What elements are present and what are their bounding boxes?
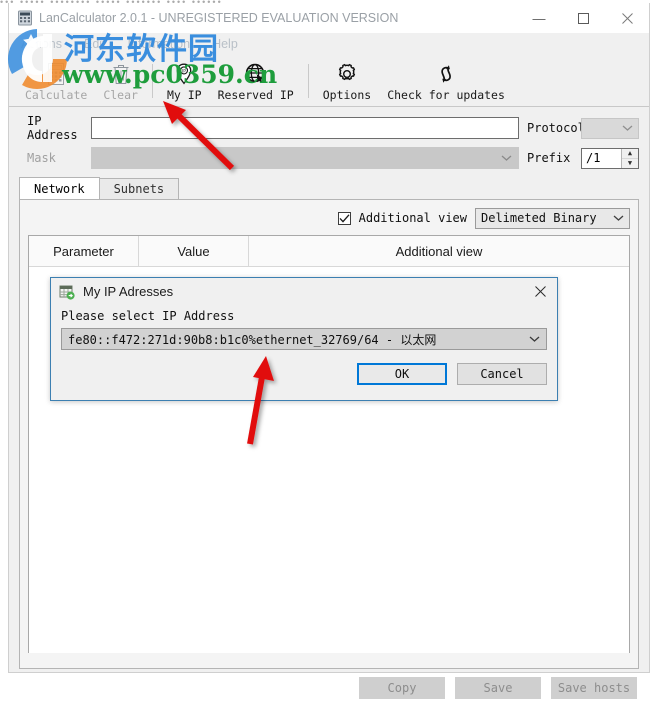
prefix-spinner-buttons: ▲ ▼ bbox=[621, 148, 638, 168]
dialog-body: Please select IP Address fe80::f472:271d… bbox=[51, 305, 557, 385]
toolbar-button-options[interactable]: Options bbox=[315, 54, 379, 106]
column-header-additional-view[interactable]: Additional view bbox=[249, 236, 629, 266]
menu-item-edit[interactable]: Edit bbox=[82, 36, 108, 52]
dialog-ok-button[interactable]: OK bbox=[357, 363, 447, 385]
window-title: LanCalculator 2.0.1 - UNREGISTERED EVALU… bbox=[39, 11, 399, 25]
dialog-cancel-button[interactable]: Cancel bbox=[457, 363, 547, 385]
protocol-label: Protocol bbox=[527, 121, 585, 135]
dialog-prompt: Please select IP Address bbox=[61, 309, 235, 323]
save-hosts-button[interactable]: Save hosts bbox=[551, 677, 637, 699]
toolbar-button-clear[interactable]: Clear bbox=[95, 54, 146, 106]
save-button[interactable]: Save bbox=[455, 677, 541, 699]
gear-icon bbox=[335, 61, 359, 87]
additional-view-format-value: Delimeted Binary bbox=[481, 211, 597, 225]
title-bar: LanCalculator 2.0.1 - UNREGISTERED EVALU… bbox=[9, 3, 649, 33]
ip-address-select[interactable]: fe80::f472:271d:90b8:b1c0%ethernet_32769… bbox=[61, 328, 547, 350]
chevron-down-icon bbox=[529, 332, 540, 346]
toolbar-label-my-ip: My IP bbox=[166, 88, 202, 102]
map-pin-ip-icon: IP bbox=[173, 61, 195, 87]
tab-subnets[interactable]: Subnets bbox=[98, 178, 180, 199]
calculator-icon bbox=[45, 61, 67, 87]
additional-view-format-combobox[interactable]: Delimeted Binary bbox=[475, 207, 630, 229]
refresh-icon bbox=[434, 61, 458, 87]
toolbar-label-calculate: Calculate bbox=[25, 88, 88, 102]
address-form: IP Address Protocol Mask Prefix /1 ▲ ▼ bbox=[9, 107, 649, 171]
prefix-increment-button[interactable]: ▲ bbox=[622, 149, 638, 159]
maximize-button[interactable] bbox=[561, 3, 605, 33]
ip-address-row: IP Address Protocol bbox=[19, 114, 639, 142]
column-header-parameter[interactable]: Parameter bbox=[29, 236, 139, 266]
additional-view-checkbox[interactable] bbox=[337, 211, 351, 225]
protocol-combobox[interactable] bbox=[581, 117, 639, 139]
additional-view-label: Additional view bbox=[358, 211, 467, 225]
prefix-decrement-button[interactable]: ▼ bbox=[622, 159, 638, 168]
close-button[interactable] bbox=[605, 3, 649, 33]
trash-icon bbox=[110, 61, 132, 87]
window-controls: — bbox=[517, 3, 649, 33]
toolbar-label-check-for-updates: Check for updates bbox=[387, 88, 505, 102]
additional-view-row: Additional view Delimeted Binary bbox=[28, 206, 630, 230]
table-arrow-icon bbox=[59, 284, 75, 300]
toolbar-separator-1 bbox=[151, 64, 153, 98]
chevron-down-icon bbox=[501, 151, 512, 165]
footer-buttons: Copy Save Save hosts bbox=[9, 669, 649, 707]
tab-network[interactable]: Network bbox=[19, 177, 100, 199]
column-header-value[interactable]: Value bbox=[139, 236, 249, 266]
toolbar-button-reserved-ip[interactable]: Reserved IP bbox=[210, 54, 302, 106]
my-ip-addresses-dialog: My IP Adresses Please select IP Address … bbox=[50, 277, 558, 401]
minimize-button[interactable]: — bbox=[517, 3, 561, 33]
network-panel: Additional view Delimeted Binary Paramet… bbox=[19, 199, 639, 669]
copy-button[interactable]: Copy bbox=[359, 677, 445, 699]
dialog-close-icon[interactable] bbox=[523, 278, 557, 305]
prefix-label: Prefix bbox=[527, 151, 571, 165]
menu-item-help[interactable]: Help bbox=[210, 36, 240, 52]
chevron-down-icon bbox=[613, 211, 624, 225]
prefix-spinner[interactable]: /1 ▲ ▼ bbox=[581, 147, 639, 169]
mask-combobox[interactable] bbox=[91, 147, 519, 169]
dialog-title: My IP Adresses bbox=[83, 284, 174, 299]
ip-address-select-value: fe80::f472:271d:90b8:b1c0%ethernet_32769… bbox=[68, 332, 437, 347]
ip-address-label: IP Address bbox=[27, 114, 78, 142]
dialog-buttons: OK Cancel bbox=[61, 363, 547, 385]
toolbar-button-calculate[interactable]: Calculate bbox=[17, 54, 95, 106]
dialog-title-bar: My IP Adresses bbox=[51, 278, 557, 305]
toolbar: Calculate Clear IP My IP Reserved IP Opt… bbox=[9, 55, 649, 107]
app-calculator-icon bbox=[17, 10, 33, 26]
menu-bar: Actions Edit Information Help bbox=[9, 33, 649, 55]
prefix-value[interactable]: /1 bbox=[582, 149, 621, 168]
ip-address-input[interactable] bbox=[91, 117, 519, 139]
toolbar-button-check-for-updates[interactable]: Check for updates bbox=[379, 54, 513, 106]
toolbar-label-options: Options bbox=[322, 88, 372, 102]
chevron-down-icon bbox=[622, 121, 633, 135]
toolbar-label-clear: Clear bbox=[103, 88, 138, 102]
globe-cursor-icon bbox=[244, 61, 268, 87]
mask-row: Mask Prefix /1 ▲ ▼ bbox=[19, 145, 639, 171]
mask-label: Mask bbox=[27, 151, 56, 165]
results-table-header: Parameter Value Additional view bbox=[29, 236, 629, 267]
menu-item-actions[interactable]: Actions bbox=[19, 36, 64, 52]
toolbar-separator-2 bbox=[307, 64, 309, 98]
tab-strip: Network Subnets bbox=[19, 177, 649, 199]
svg-text:IP: IP bbox=[182, 68, 186, 74]
toolbar-button-my-ip[interactable]: IP My IP bbox=[159, 54, 210, 106]
toolbar-label-reserved-ip: Reserved IP bbox=[217, 88, 294, 102]
menu-item-information[interactable]: Information bbox=[126, 36, 193, 52]
